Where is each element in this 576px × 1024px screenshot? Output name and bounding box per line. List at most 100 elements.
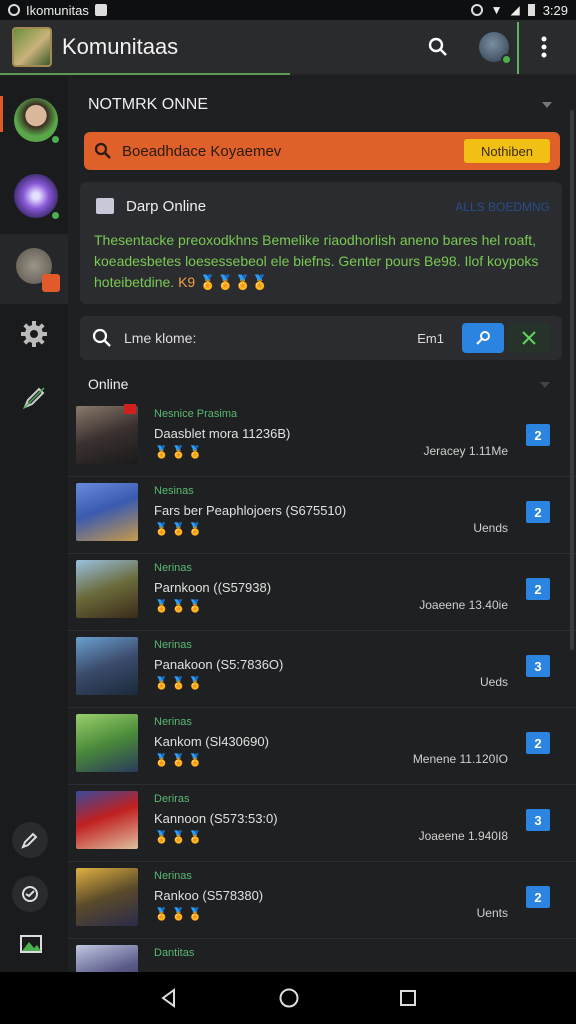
member-meta: Uends bbox=[473, 521, 508, 535]
settings-button[interactable] bbox=[20, 320, 48, 353]
member-emojis: 🏅🏅🏅 bbox=[154, 907, 205, 921]
app-notification-icon bbox=[94, 4, 107, 16]
filter-action-button[interactable] bbox=[462, 323, 504, 353]
sidebar-item-community[interactable] bbox=[14, 174, 61, 221]
member-emojis: 🏅🏅🏅 bbox=[154, 599, 205, 613]
filter-input[interactable]: Lme klome: bbox=[124, 330, 417, 346]
list-item[interactable]: Nerinas Parnkoon ((S57938) 🏅🏅🏅 Joaeene 1… bbox=[68, 554, 576, 631]
member-name: Parnkoon ((S57938) bbox=[154, 580, 272, 595]
card-emojis: K9 🏅🏅🏅🏅 bbox=[178, 274, 269, 290]
compose-button[interactable] bbox=[12, 822, 48, 858]
more-options-button[interactable] bbox=[524, 27, 564, 67]
profile-button[interactable] bbox=[474, 27, 514, 67]
list-item[interactable]: Nerinas Kankom (Sl430690) 🏅🏅🏅 Menene 11.… bbox=[68, 708, 576, 785]
member-thumbnail bbox=[76, 483, 138, 541]
list-item[interactable]: Nerinas Rankoo (S578380) 🏅🏅🏅 Uents 2 bbox=[68, 862, 576, 939]
member-category: Nerinas bbox=[154, 716, 192, 728]
image-icon bbox=[20, 935, 42, 953]
list-item[interactable]: Dantitas bbox=[68, 939, 576, 972]
count-badge[interactable]: 3 bbox=[526, 655, 550, 677]
count-badge[interactable]: 2 bbox=[526, 732, 550, 754]
app-title: Komunitaas bbox=[62, 34, 179, 59]
status-time: 3:29 bbox=[542, 2, 568, 18]
search-input[interactable]: Boeadhdace Koyaemev bbox=[122, 143, 464, 160]
member-category: Nesinas bbox=[154, 485, 194, 497]
member-thumbnail bbox=[76, 714, 138, 772]
member-name: Kannoon (S573:53:0) bbox=[154, 811, 278, 826]
info-card: Darp Online ALLS BOEDMNG Thesentacke pre… bbox=[80, 182, 562, 304]
recents-icon[interactable] bbox=[399, 989, 417, 1007]
status-bar: Ikomunitas ▼ ◢ 3:29 bbox=[0, 0, 576, 20]
member-meta: Ueds bbox=[479, 675, 508, 689]
list-item[interactable]: Nerinas Panakoon (S5:7836O) 🏅🏅🏅 Ueds 3 bbox=[68, 631, 576, 708]
online-status-dot bbox=[50, 134, 61, 145]
member-category: Nesnice Prasima bbox=[154, 408, 238, 420]
search-icon bbox=[94, 142, 111, 159]
list-item[interactable]: Nesinas Fars ber Peaphlojoers (S675510) … bbox=[68, 477, 576, 554]
count-badge[interactable]: 3 bbox=[526, 809, 550, 831]
chevron-down-icon[interactable] bbox=[542, 102, 552, 108]
live-badge bbox=[124, 404, 136, 414]
member-name: Daasblet mora 11236B) bbox=[154, 426, 291, 441]
edit-button[interactable] bbox=[22, 386, 46, 415]
shuffle-icon bbox=[522, 331, 536, 345]
home-icon[interactable] bbox=[278, 987, 300, 1009]
member-name: Fars ber Peaphlojoers (S675510) bbox=[154, 503, 347, 518]
sync-icon bbox=[470, 4, 483, 16]
online-list: Nesnice Prasima Daasblet mora 11236B) 🏅🏅… bbox=[68, 400, 576, 972]
member-name: Kankom (Sl430690) bbox=[154, 734, 269, 749]
scrollbar[interactable] bbox=[570, 110, 574, 650]
member-category: Nerinas bbox=[154, 870, 192, 882]
member-thumbnail bbox=[76, 560, 138, 618]
member-emojis: 🏅🏅🏅 bbox=[154, 676, 205, 690]
sidebar-item-profile[interactable] bbox=[14, 98, 61, 145]
online-status-dot bbox=[50, 210, 61, 221]
member-thumbnail bbox=[76, 868, 138, 926]
document-icon bbox=[96, 198, 114, 214]
status-app-label: Ikomunitas bbox=[26, 2, 89, 18]
member-thumbnail bbox=[76, 791, 138, 849]
online-section-title: Online bbox=[88, 376, 129, 392]
search-button[interactable] bbox=[418, 27, 458, 67]
sidebar bbox=[0, 78, 68, 972]
count-badge[interactable]: 2 bbox=[526, 501, 550, 523]
search-bar[interactable]: Boeadhdace Koyaemev Nothiben bbox=[84, 132, 560, 170]
system-nav-bar bbox=[0, 972, 576, 1024]
sidebar-item-server[interactable] bbox=[16, 248, 60, 292]
count-badge[interactable]: 2 bbox=[526, 886, 550, 908]
member-category: Nerinas bbox=[154, 562, 192, 574]
filter-bar: Lme klome: Em1 bbox=[80, 316, 562, 360]
member-thumbnail bbox=[76, 945, 138, 972]
list-item[interactable]: Nesnice Prasima Daasblet mora 11236B) 🏅🏅… bbox=[68, 400, 576, 477]
search-icon bbox=[92, 328, 111, 347]
member-thumbnail bbox=[76, 406, 138, 464]
list-item[interactable]: Deriras Kannoon (S573:53:0) 🏅🏅🏅 Joaeene … bbox=[68, 785, 576, 862]
count-badge[interactable]: 2 bbox=[526, 578, 550, 600]
avatar bbox=[479, 32, 512, 65]
messages-button[interactable] bbox=[12, 876, 48, 912]
tab-indicator bbox=[0, 73, 290, 75]
community-logo[interactable] bbox=[12, 27, 52, 67]
search-action-button[interactable]: Nothiben bbox=[464, 139, 550, 163]
shuffle-button[interactable] bbox=[508, 323, 550, 353]
member-emojis: 🏅🏅🏅 bbox=[154, 753, 205, 767]
chat-icon bbox=[22, 886, 38, 902]
member-category: Dantitas bbox=[154, 947, 195, 959]
count-badge[interactable]: 2 bbox=[526, 424, 550, 446]
back-icon[interactable] bbox=[159, 988, 179, 1008]
filter-count: Em1 bbox=[417, 330, 444, 346]
app-bar: Komunitaas bbox=[0, 20, 576, 76]
member-name: Rankoo (S578380) bbox=[154, 888, 264, 903]
member-name: Panakoon (S5:7836O) bbox=[154, 657, 284, 672]
notification-icon bbox=[8, 4, 20, 16]
more-vert-icon bbox=[541, 36, 547, 58]
divider bbox=[517, 22, 519, 74]
member-meta: Jeracey 1.11Me bbox=[423, 444, 509, 458]
signal-icon: ◢ bbox=[510, 3, 520, 17]
member-emojis: 🏅🏅🏅 bbox=[154, 830, 205, 844]
member-category: Deriras bbox=[154, 793, 190, 805]
gallery-button[interactable] bbox=[20, 934, 42, 959]
card-tag: ALLS BOEDMNG bbox=[455, 200, 550, 214]
chevron-down-icon[interactable] bbox=[540, 382, 550, 388]
search-icon bbox=[428, 37, 447, 56]
